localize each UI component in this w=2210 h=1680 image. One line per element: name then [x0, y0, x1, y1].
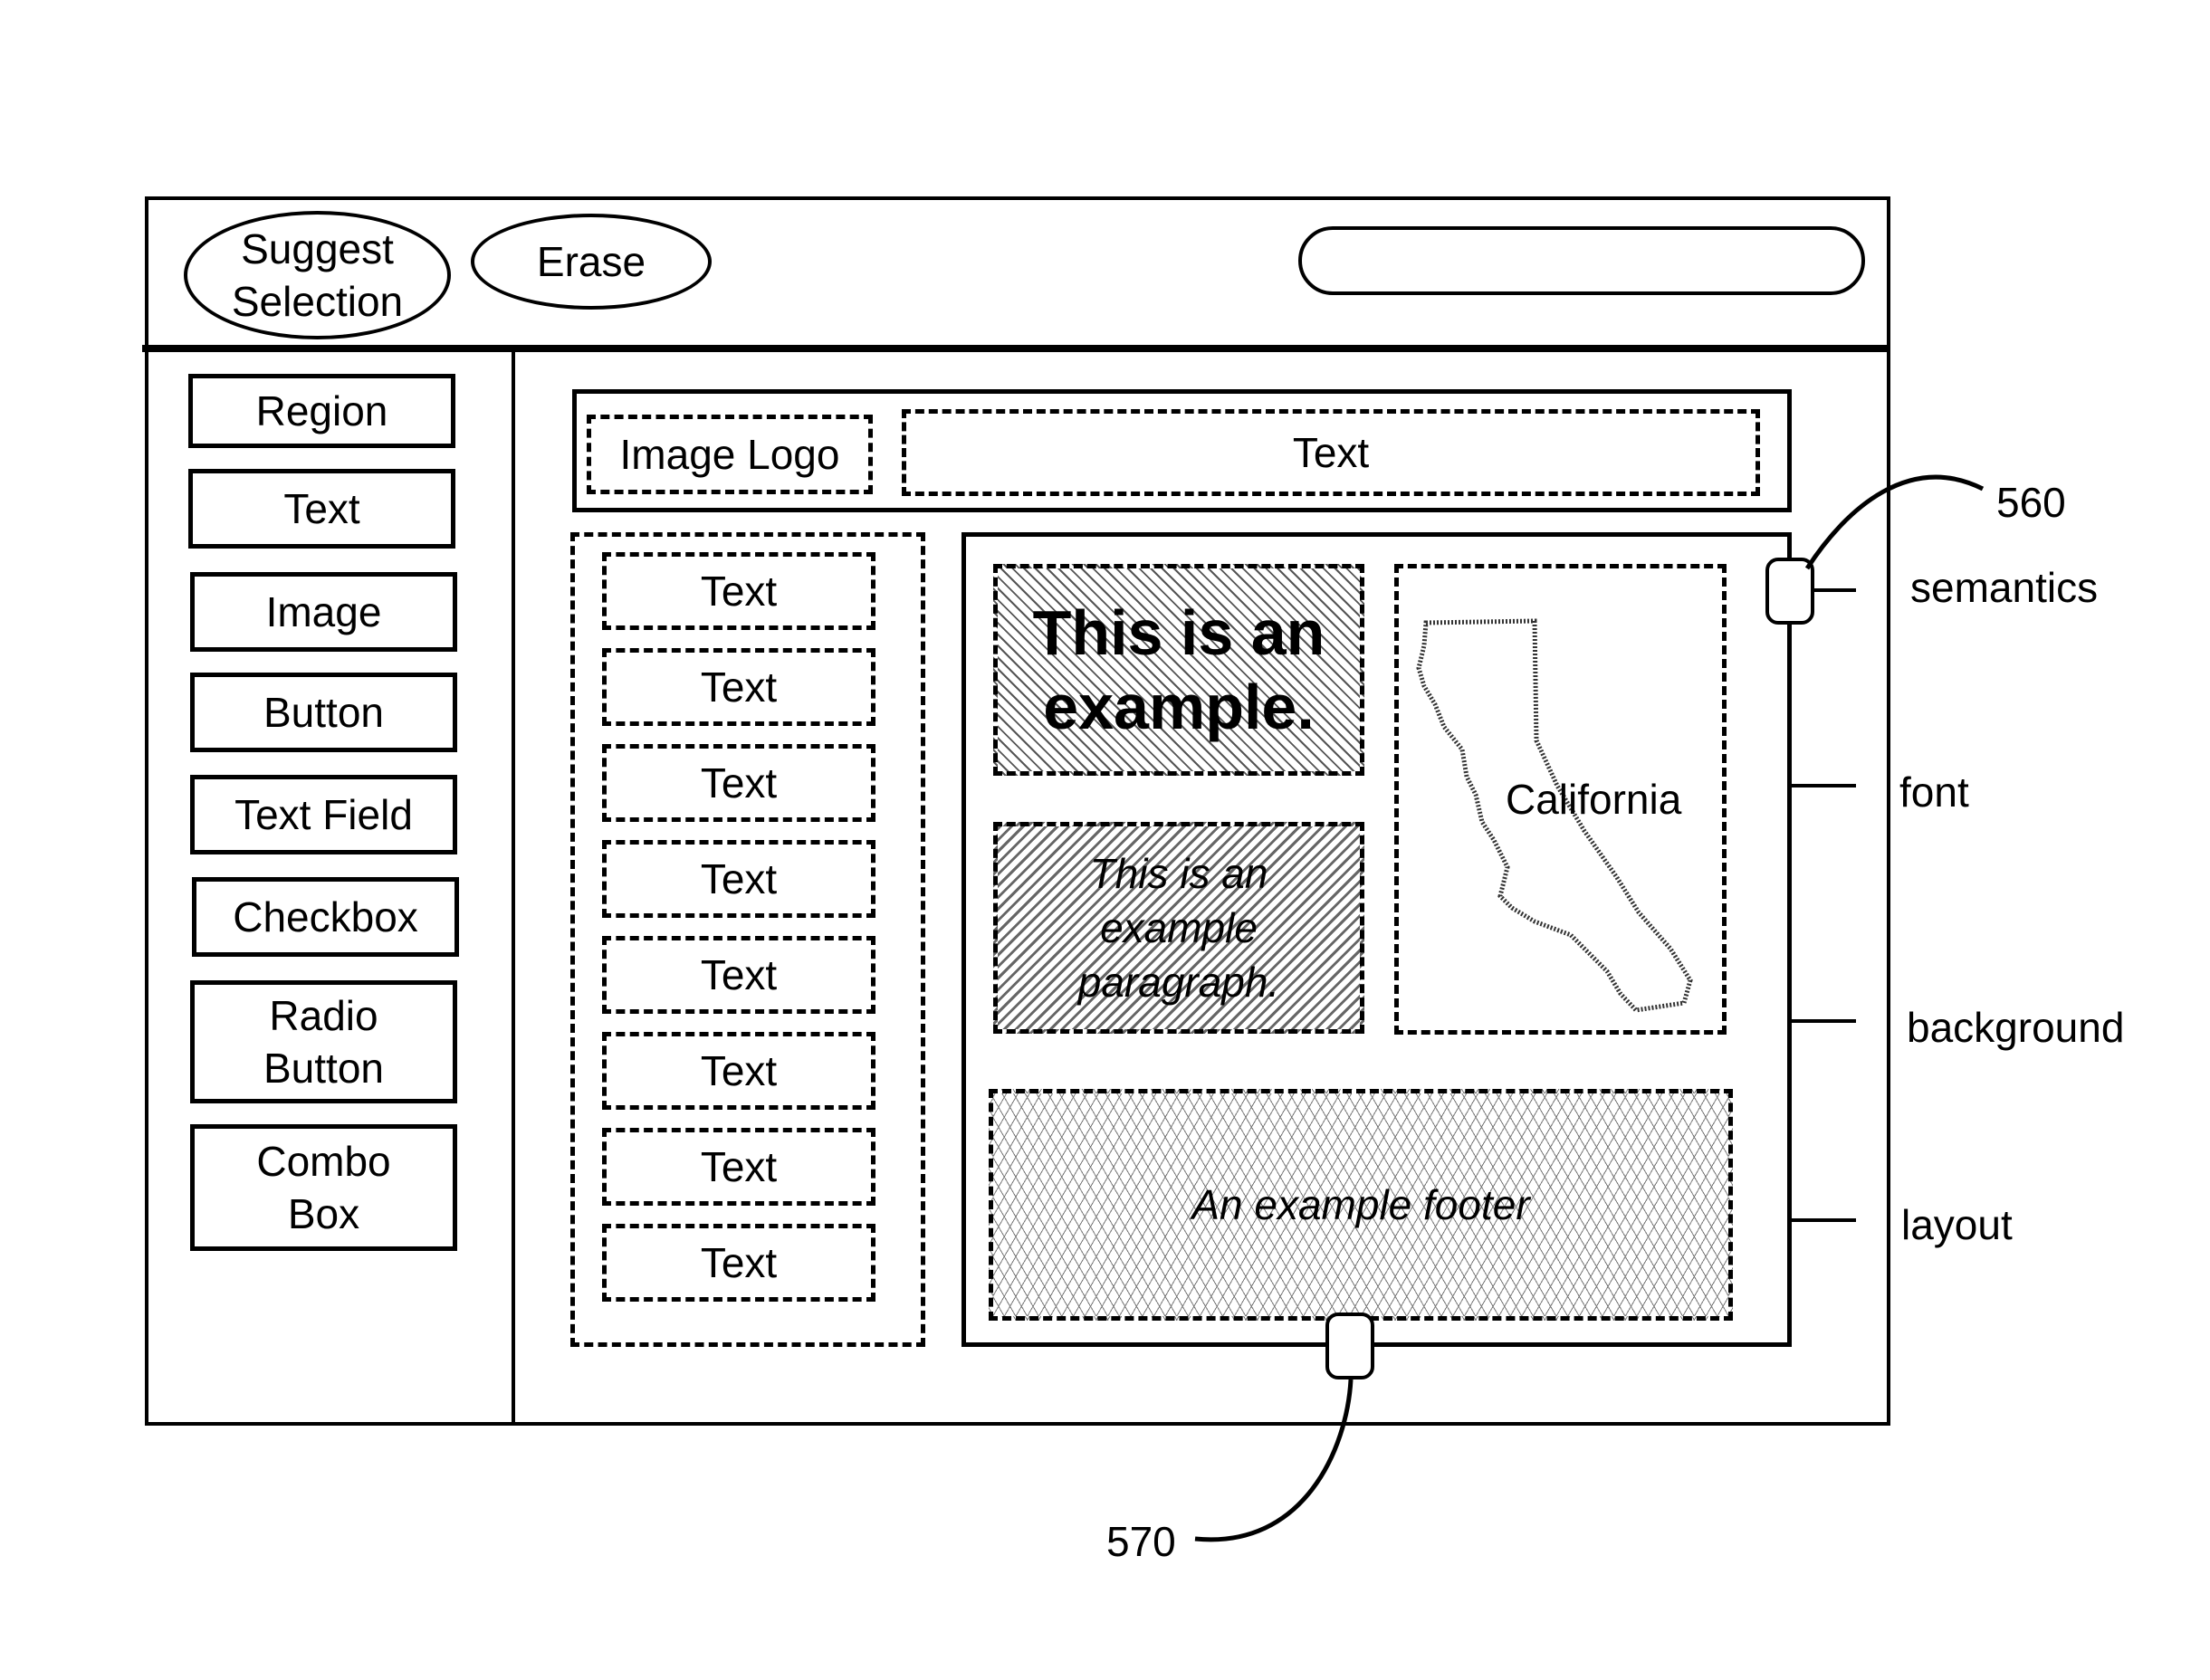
leader-lines	[1194, 474, 1985, 1542]
leader-line-560	[1804, 474, 1985, 570]
leader-line-570	[1194, 1379, 1354, 1542]
